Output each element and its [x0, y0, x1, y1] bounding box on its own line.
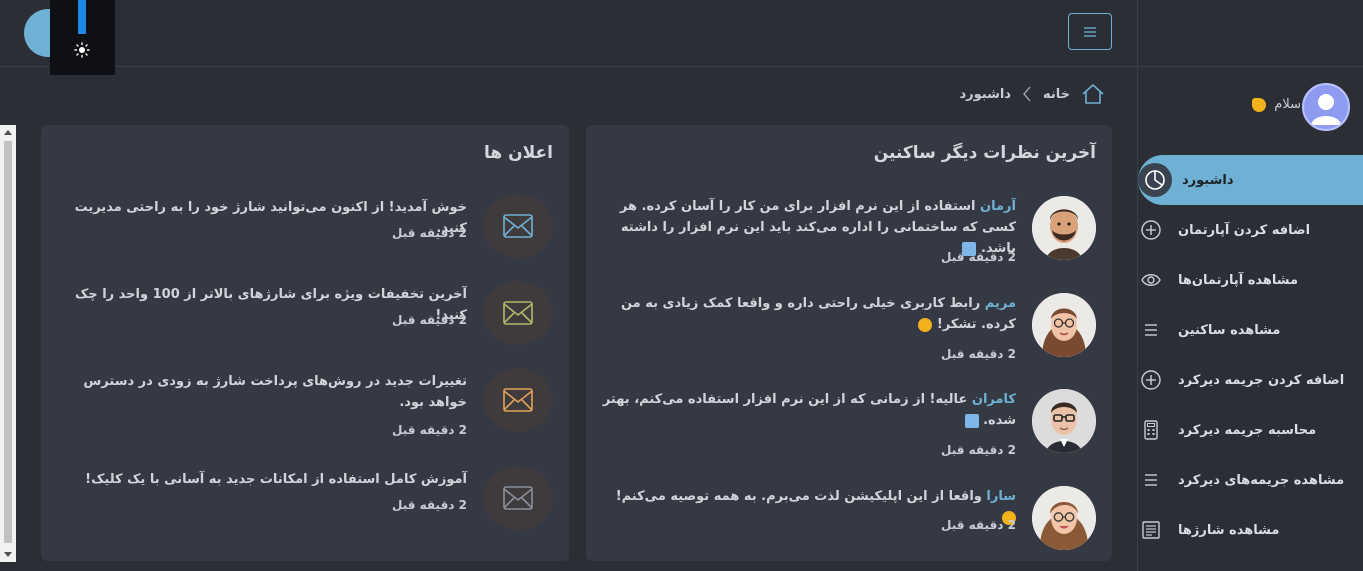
scrollbar-thumb[interactable] — [4, 141, 12, 543]
scroll-down-arrow-icon[interactable] — [4, 552, 12, 557]
comment-time: 2 دقیقه قبل — [940, 443, 1016, 457]
emoji-icon — [964, 413, 979, 428]
list-icon — [1138, 467, 1164, 493]
sidebar-item-add-apartment[interactable]: اضافه کردن آپارتمان — [1138, 205, 1363, 255]
greeting: سلام — [1252, 97, 1301, 112]
notice-time: 2 دقیقه قبل — [391, 423, 467, 437]
top-bar — [0, 0, 1137, 75]
notice-text: تغییرات جدید در روش‌های پرداخت شارژ به ز… — [83, 374, 467, 410]
plus-circle-icon — [1138, 367, 1164, 393]
notice-time: 2 دقیقه قبل — [391, 498, 467, 512]
comment-text: کامران عالیه! از زمانی که از این نرم افز… — [602, 389, 1016, 431]
breadcrumb-current: داشبورد — [959, 86, 1011, 102]
menu-toggle-button[interactable] — [1068, 13, 1112, 50]
sidebar-item-calc-late-fee[interactable]: محاسبه جریمه دیرکرد — [1138, 405, 1363, 455]
sidebar-item-label: اضافه کردن آپارتمان — [1178, 222, 1311, 238]
mail-icon — [483, 368, 553, 432]
ok-hand-icon — [918, 317, 933, 332]
comment-body: عالیه! از زمانی که از این نرم افزار استف… — [602, 392, 1016, 428]
notice-time: 2 دقیقه قبل — [391, 226, 467, 240]
sidebar-item-label: داشبورد — [1182, 172, 1234, 188]
chevron-left-icon — [1023, 86, 1031, 102]
comments-card: آخرین نظرات دیگر ساکنین آرمان استفاده از… — [586, 125, 1112, 561]
commenter-name[interactable]: کامران — [972, 392, 1016, 407]
avatar — [1032, 196, 1096, 260]
scroll-up-arrow-icon[interactable] — [4, 130, 12, 135]
list-item[interactable]: آخرین تخفیفات ویژه برای شارژهای بالاتر ا… — [57, 281, 553, 347]
scrollbar[interactable] — [0, 125, 16, 562]
sidebar-item-view-late-fees[interactable]: مشاهده جریمه‌های دیرکرد — [1138, 455, 1363, 505]
notice-time: 2 دقیقه قبل — [391, 313, 467, 327]
list-item: سارا واقعا از این اپلیکیشن لذت می‌برم. ب… — [602, 486, 1096, 556]
sidebar-item-view-charges[interactable]: مشاهده شارژها — [1138, 505, 1363, 555]
sidebar-item-label: مشاهده آپارتمان‌ها — [1178, 272, 1299, 288]
sidebar-item-view-residents[interactable]: مشاهده ساکنین — [1138, 305, 1363, 355]
list-icon — [1138, 317, 1164, 343]
comment-body: واقعا از این اپلیکیشن لذت می‌برم. به همه… — [615, 489, 982, 504]
notice-text: آموزش کامل استفاده از امکانات جدید به آس… — [85, 472, 467, 487]
sidebar-item-label: مشاهده شارژها — [1178, 522, 1280, 538]
sidebar-item-label: محاسبه جریمه دیرکرد — [1178, 422, 1317, 438]
user-profile: سلام — [1138, 83, 1363, 131]
sidebar-item-dashboard[interactable]: داشبورد — [1138, 155, 1363, 205]
receipt-icon — [1138, 517, 1164, 543]
sidebar-nav: داشبورد اضافه کردن آپارتمان مشاهده آپارت… — [1138, 155, 1363, 555]
notices-title: اعلان ها — [484, 143, 553, 163]
avatar — [1032, 389, 1096, 453]
home-icon[interactable] — [1080, 82, 1106, 106]
sidebar-header — [1138, 0, 1363, 67]
comment-time: 2 دقیقه قبل — [940, 250, 1016, 264]
breadcrumb-home[interactable]: خانه — [1043, 87, 1070, 102]
commenter-name[interactable]: مریم — [985, 296, 1016, 311]
hamburger-icon — [1084, 26, 1096, 37]
list-item[interactable]: تغییرات جدید در روش‌های پرداخت شارژ به ز… — [57, 368, 553, 442]
breadcrumb: خانه داشبورد — [959, 82, 1106, 106]
comment-time: 2 دقیقه قبل — [940, 347, 1016, 361]
wave-hand-icon — [1252, 97, 1267, 112]
comment-body: استفاده از این نرم افزار برای من کار را … — [619, 199, 1016, 256]
sidebar-item-add-late-fee[interactable]: اضافه کردن جریمه دیرکرد — [1138, 355, 1363, 405]
mail-icon — [483, 466, 553, 530]
avatar — [1032, 293, 1096, 357]
list-item: آرمان استفاده از این نرم افزار برای من ک… — [602, 196, 1096, 266]
eye-icon — [1138, 267, 1164, 293]
theme-indicator — [78, 0, 86, 34]
sidebar-item-label: مشاهده ساکنین — [1178, 322, 1281, 338]
commenter-name[interactable]: سارا — [986, 489, 1016, 504]
user-icon — [1311, 94, 1341, 125]
list-item[interactable]: آموزش کامل استفاده از امکانات جدید به آس… — [57, 466, 553, 532]
comments-title: آخرین نظرات دیگر ساکنین — [873, 143, 1096, 163]
mail-icon — [483, 281, 553, 345]
sidebar-item-label: اضافه کردن جریمه دیرکرد — [1178, 372, 1345, 388]
comment-body: رابط کاربری خیلی راحتی داره و واقعا کمک … — [620, 296, 1016, 332]
pie-chart-icon — [1138, 163, 1172, 197]
greeting-text: سلام — [1274, 97, 1301, 112]
sun-icon — [74, 42, 90, 58]
notices-card: اعلان ها خوش آمدید! از اکنون می‌توانید ش… — [41, 125, 569, 561]
comment-time: 2 دقیقه قبل — [940, 518, 1016, 532]
avatar — [1032, 486, 1096, 550]
sidebar: سلام داشبورد اضافه کردن آپارتمان مشاهده … — [1137, 0, 1363, 571]
commenter-name[interactable]: آرمان — [980, 199, 1016, 214]
list-item[interactable]: خوش آمدید! از اکنون می‌توانید شارژ خود ر… — [57, 194, 553, 260]
avatar[interactable] — [1302, 83, 1350, 131]
calculator-icon — [1138, 417, 1164, 443]
mail-icon — [483, 194, 553, 258]
sidebar-item-view-apartments[interactable]: مشاهده آپارتمان‌ها — [1138, 255, 1363, 305]
list-item: مریم رابط کاربری خیلی راحتی داره و واقعا… — [602, 293, 1096, 363]
list-item: کامران عالیه! از زمانی که از این نرم افز… — [602, 389, 1096, 459]
sidebar-item-label: مشاهده جریمه‌های دیرکرد — [1178, 472, 1345, 488]
comment-text: مریم رابط کاربری خیلی راحتی داره و واقعا… — [602, 293, 1016, 335]
theme-toggle[interactable] — [50, 0, 115, 75]
plus-circle-icon — [1138, 217, 1164, 243]
